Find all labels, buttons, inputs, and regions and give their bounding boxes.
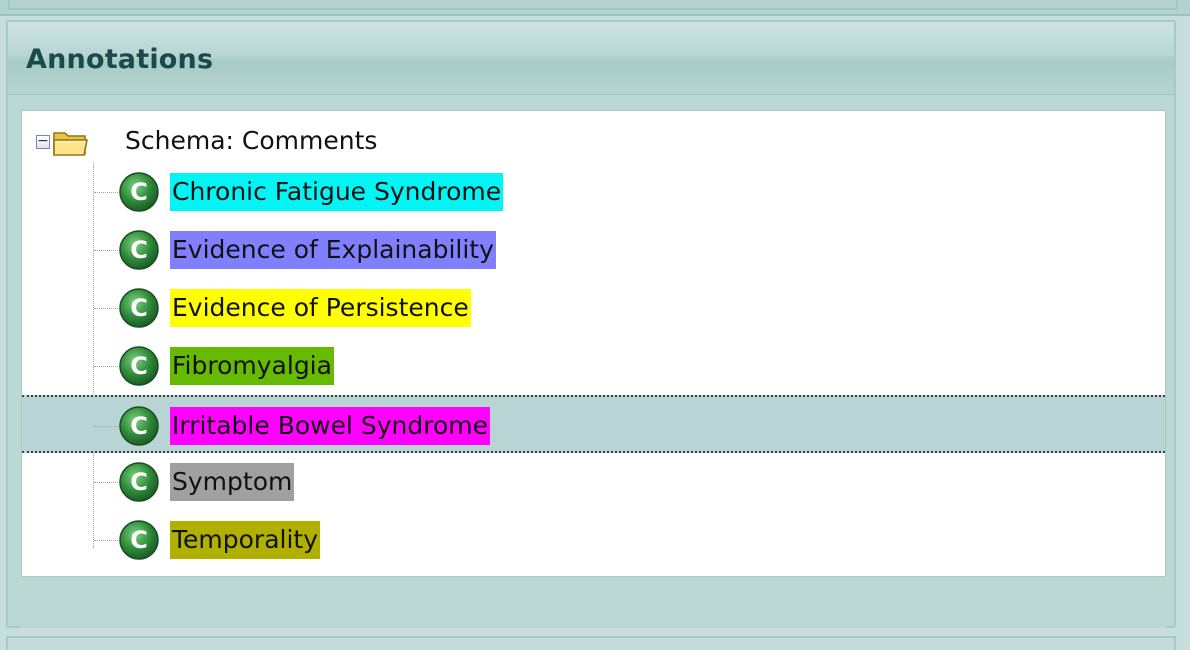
tree-item-evidence-of-persistence[interactable]: C Evidence of Persistence xyxy=(22,279,1165,337)
tree-item-label: Fibromyalgia xyxy=(170,347,334,385)
tree-connector-branch xyxy=(94,192,118,193)
tree-item-label: Temporality xyxy=(170,521,321,559)
tree-item-irritable-bowel-syndrome[interactable]: C Irritable Bowel Syndrome xyxy=(22,395,1165,453)
tree-item-label: Evidence of Persistence xyxy=(170,289,471,327)
tree-item-label: Symptom xyxy=(170,463,295,501)
tree-item-label: Chronic Fatigue Syndrome xyxy=(170,173,504,211)
annotation-tree: − Schema: Comments C Chronic Fatigue Synd… xyxy=(21,110,1166,577)
svg-text:C: C xyxy=(130,468,148,496)
class-c-icon: C xyxy=(119,230,159,270)
tree-item-label: Evidence of Explainability xyxy=(170,231,496,269)
class-c-icon: C xyxy=(119,520,159,560)
tree-root-schema-comments[interactable]: − Schema: Comments xyxy=(22,119,1165,163)
folder-open-icon xyxy=(53,132,88,156)
svg-text:C: C xyxy=(130,294,148,322)
svg-text:C: C xyxy=(130,352,148,380)
svg-text:C: C xyxy=(130,236,148,264)
panel-header[interactable]: Annotations xyxy=(8,22,1174,95)
annotations-panel: Annotations − Schema: Comments C Chronic … xyxy=(6,20,1176,628)
tree-connector-branch xyxy=(94,308,118,309)
tree-item-evidence-of-explainability[interactable]: C Evidence of Explainability xyxy=(22,221,1165,279)
class-c-icon: C xyxy=(119,346,159,386)
tree-item-chronic-fatigue-syndrome[interactable]: C Chronic Fatigue Syndrome xyxy=(22,163,1165,221)
tree-connector-branch xyxy=(94,366,118,367)
collapse-icon[interactable]: − xyxy=(36,134,50,149)
tree-item-symptom[interactable]: C Symptom xyxy=(22,453,1165,511)
tree-root-label: Schema: Comments xyxy=(125,126,378,155)
class-c-icon: C xyxy=(119,406,159,446)
panel-title: Annotations xyxy=(26,44,214,75)
tree-item-label: Irritable Bowel Syndrome xyxy=(170,407,491,445)
class-c-icon: C xyxy=(119,462,159,502)
svg-text:C: C xyxy=(130,178,148,206)
annotations-view: Annotations − Schema: Comments C Chronic … xyxy=(0,0,1190,650)
class-c-icon: C xyxy=(119,288,159,328)
tree-connector-branch xyxy=(94,426,118,427)
tree-connector-branch xyxy=(94,250,118,251)
tree-connector-branch xyxy=(94,540,118,541)
panel-footer xyxy=(21,577,1166,628)
next-panel-edge xyxy=(6,636,1176,650)
previous-panel-edge xyxy=(0,0,1190,16)
tree-connector-branch xyxy=(94,482,118,483)
tree-item-fibromyalgia[interactable]: C Fibromyalgia xyxy=(22,337,1165,395)
class-c-icon: C xyxy=(119,172,159,212)
tree-item-temporality[interactable]: C Temporality xyxy=(22,511,1165,569)
previous-panel-border xyxy=(8,0,1178,10)
svg-text:C: C xyxy=(130,526,148,554)
svg-text:C: C xyxy=(130,412,148,440)
